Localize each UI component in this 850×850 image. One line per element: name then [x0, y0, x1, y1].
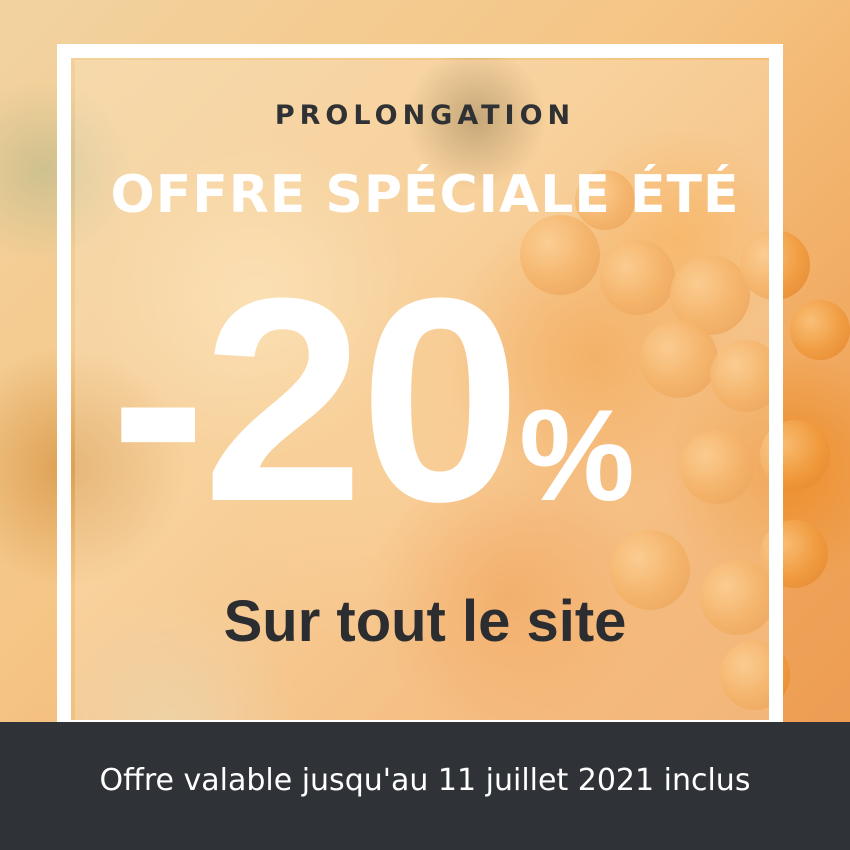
berry-decoration — [790, 300, 850, 360]
promo-banner: PROLONGATION OFFRE SPÉCIALE ÉTÉ -20% Sur… — [0, 0, 850, 850]
footer-note: Offre valable jusqu'au 11 juillet 2021 i… — [99, 763, 751, 798]
headline: OFFRE SPÉCIALE ÉTÉ — [110, 165, 740, 225]
kicker-text: PROLONGATION — [274, 100, 576, 131]
discount-unit: % — [519, 382, 635, 528]
subline: Sur tout le site — [223, 589, 627, 654]
discount-value: -20 — [110, 238, 521, 562]
discount-badge: -20% — [110, 255, 635, 545]
